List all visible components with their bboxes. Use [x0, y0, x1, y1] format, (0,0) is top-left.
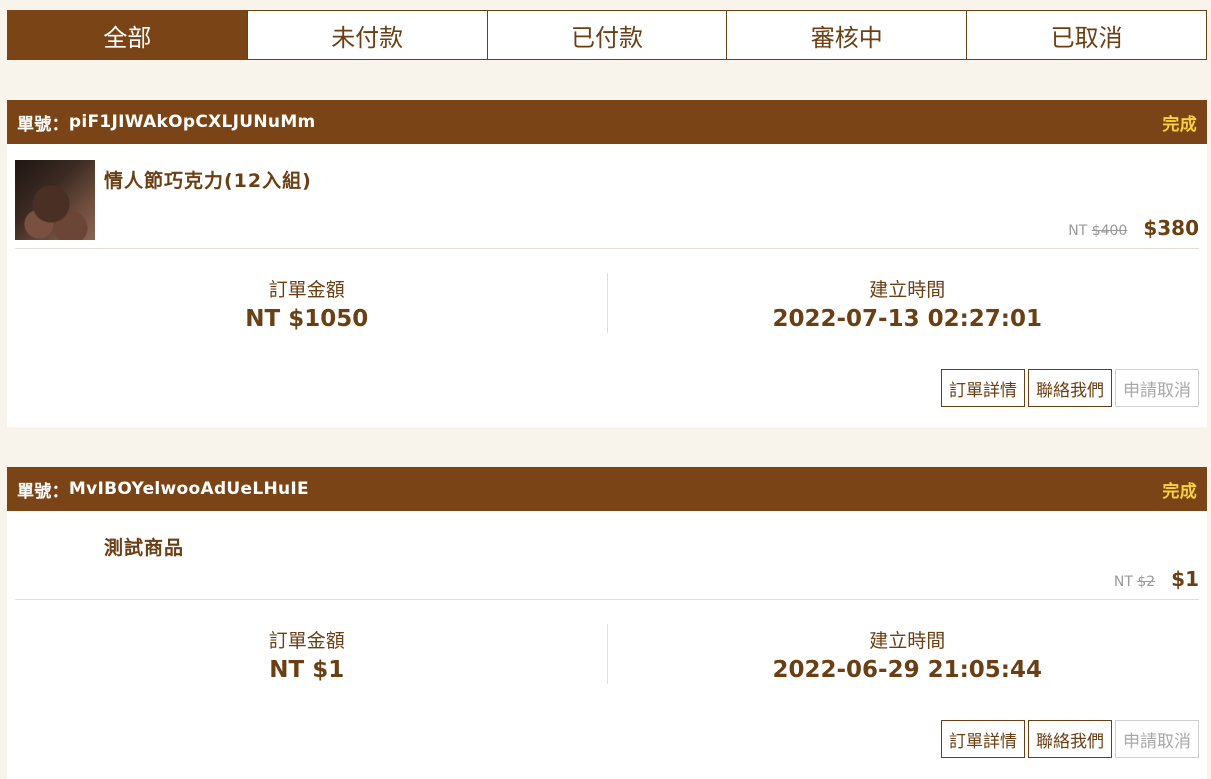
order-actions: 訂單詳情 聯絡我們 申請取消 [941, 369, 1199, 407]
order-header: 單號： piF1JIWAkOpCXLJUNuMm 完成 [7, 100, 1207, 144]
order-number: 單號： piF1JIWAkOpCXLJUNuMm [17, 110, 316, 135]
original-price-currency: NT [1068, 223, 1092, 239]
tab-all[interactable]: 全部 [7, 10, 248, 60]
order-status-badge: 完成 [1162, 114, 1197, 135]
original-price-amount: $2 [1137, 574, 1156, 590]
original-price: NT $400 [1068, 223, 1127, 239]
original-price: NT $2 [1114, 574, 1155, 590]
order-number-label: 單號： [17, 114, 69, 135]
order-created-label: 建立時間 [869, 630, 946, 652]
order-detail-button[interactable]: 訂單詳情 [941, 369, 1025, 407]
order-total-label: 訂單金額 [268, 630, 345, 652]
order-number-label: 單號： [17, 481, 69, 502]
original-price-currency: NT [1113, 574, 1138, 590]
order-created-label: 建立時間 [869, 279, 946, 301]
order-header: 單號： MvIBOYelwooAdUeLHuIE 完成 [7, 467, 1207, 511]
tab-paid[interactable]: 已付款 [486, 10, 728, 60]
order-total-label: 訂單金額 [268, 279, 345, 301]
sale-price: $380 [1143, 216, 1199, 240]
contact-us-button[interactable]: 聯絡我們 [1028, 369, 1112, 407]
product-name[interactable]: 情人節巧克力(12入組) [104, 166, 312, 193]
order-card: 單號： piF1JIWAkOpCXLJUNuMm 完成 情人節巧克力(12入組)… [7, 100, 1207, 427]
order-created-value: 2022-06-29 21:05:44 [772, 657, 1043, 683]
sale-price: $1 [1171, 567, 1199, 591]
product-name[interactable]: 測試商品 [104, 533, 184, 560]
order-item: 情人節巧克力(12入組) NT $400 $380 [15, 144, 1199, 249]
order-summary: 訂單金額 NT $1 建立時間 2022-06-29 21:05:44 [7, 624, 1207, 684]
order-total-value: NT $1 [269, 657, 345, 683]
order-summary: 訂單金額 NT $1050 建立時間 2022-07-13 02:27:01 [7, 273, 1207, 333]
tab-cancelled[interactable]: 已取消 [966, 10, 1207, 60]
request-cancel-button[interactable]: 申請取消 [1115, 369, 1199, 407]
order-actions: 訂單詳情 聯絡我們 申請取消 [941, 720, 1199, 758]
order-filter-tabs: 全部 未付款 已付款 審核中 已取消 [7, 10, 1207, 60]
product-price: NT $2 $1 [1114, 567, 1199, 591]
original-price-amount: $400 [1091, 223, 1128, 239]
product-thumbnail[interactable] [15, 160, 95, 240]
order-item: 測試商品 NT $2 $1 [15, 511, 1199, 600]
order-number-value: MvIBOYelwooAdUeLHuIE [68, 479, 309, 499]
contact-us-button[interactable]: 聯絡我們 [1028, 720, 1112, 758]
order-number-value: piF1JIWAkOpCXLJUNuMm [68, 112, 316, 132]
request-cancel-button[interactable]: 申請取消 [1115, 720, 1199, 758]
order-total: 訂單金額 NT $1050 [7, 273, 607, 333]
tab-reviewing[interactable]: 審核中 [726, 10, 968, 60]
order-created-time: 建立時間 2022-07-13 02:27:01 [606, 273, 1208, 333]
order-card: 單號： MvIBOYelwooAdUeLHuIE 完成 測試商品 NT $2 $… [7, 467, 1207, 779]
tab-unpaid[interactable]: 未付款 [246, 10, 488, 60]
order-created-time: 建立時間 2022-06-29 21:05:44 [606, 624, 1208, 684]
order-total-value: NT $1050 [245, 306, 369, 332]
product-price: NT $400 $380 [1068, 216, 1199, 240]
order-number: 單號： MvIBOYelwooAdUeLHuIE [17, 477, 309, 502]
order-created-value: 2022-07-13 02:27:01 [772, 306, 1043, 332]
order-detail-button[interactable]: 訂單詳情 [941, 720, 1025, 758]
order-status-badge: 完成 [1162, 481, 1197, 502]
order-total: 訂單金額 NT $1 [7, 624, 607, 684]
